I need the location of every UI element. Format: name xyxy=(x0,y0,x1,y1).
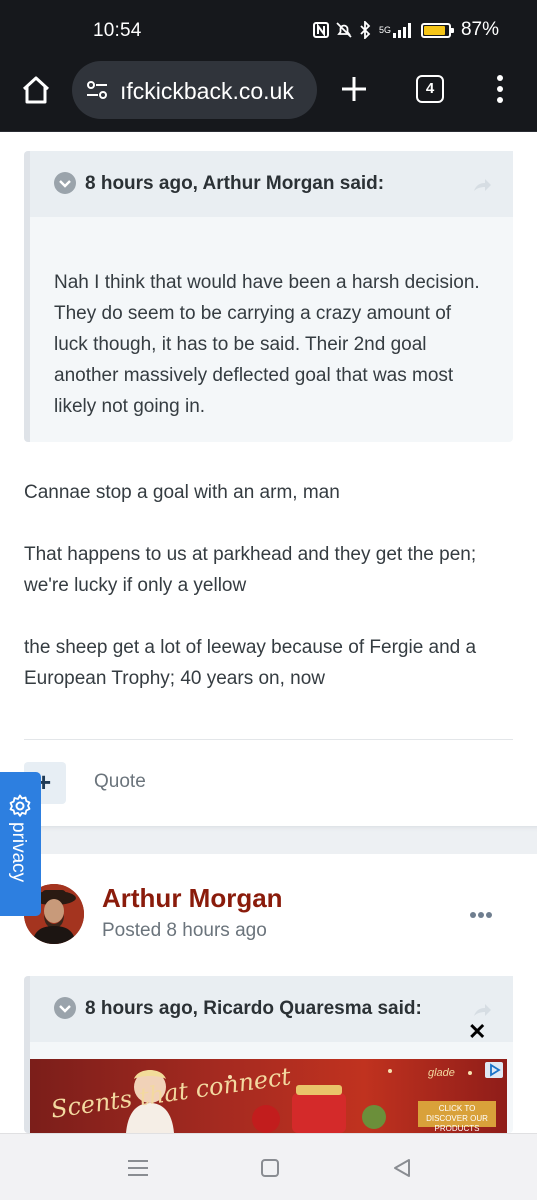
status-time: 10:54 xyxy=(93,20,142,41)
gear-icon xyxy=(9,794,31,817)
more-options-icon[interactable] xyxy=(470,905,496,918)
ad-brand: glade xyxy=(428,1067,455,1079)
quote-button[interactable]: Quote xyxy=(94,771,146,793)
recents-icon[interactable] xyxy=(126,1156,150,1180)
privacy-tab[interactable]: privacy xyxy=(0,772,41,916)
system-nav-bar xyxy=(0,1133,537,1200)
page-content: 8 hours ago, Arthur Morgan said: Nah I t… xyxy=(0,133,537,1133)
bluetooth-icon xyxy=(360,21,371,39)
quote-citation: 8 hours ago, Ricardo Quaresma said: xyxy=(85,998,422,1019)
privacy-label: privacy xyxy=(8,822,29,883)
quote-text: Nah I think that would have been a harsh… xyxy=(54,272,480,417)
home-icon[interactable] xyxy=(20,74,52,106)
chevron-down-icon[interactable] xyxy=(54,997,76,1019)
quote-citation: 8 hours ago, Arthur Morgan said: xyxy=(85,173,385,194)
battery-icon xyxy=(420,22,454,38)
site-settings-icon[interactable] xyxy=(86,79,108,101)
battery-percent: 87% xyxy=(460,19,499,40)
close-ad-icon[interactable]: ✕ xyxy=(468,1019,486,1045)
share-arrow-icon[interactable] xyxy=(471,998,493,1020)
back-icon[interactable] xyxy=(390,1156,414,1180)
post-paragraph: That happens to us at parkhead and they … xyxy=(24,544,477,596)
author-name[interactable]: Arthur Morgan xyxy=(102,883,283,914)
network-type: 5G xyxy=(378,25,391,35)
post-paragraph: Cannae stop a goal with an arm, man xyxy=(24,482,340,503)
quote-header[interactable]: 8 hours ago, Ricardo Quaresma said: xyxy=(30,976,513,1042)
posted-time: Posted 8 hours ago xyxy=(102,920,267,941)
status-icons: 5G 87% xyxy=(312,19,499,41)
chevron-down-icon[interactable] xyxy=(54,172,76,194)
adchoices-icon[interactable] xyxy=(485,1062,503,1078)
ad-cta-button[interactable]: CLICK TO DISCOVER OUR PRODUCTS xyxy=(418,1101,496,1133)
browser-toolbar: ıfckickback.co.uk 4 xyxy=(0,58,537,132)
nfc-icon xyxy=(312,22,329,38)
quote-block: 8 hours ago, Arthur Morgan said: Nah I t… xyxy=(24,151,513,442)
tabs-icon[interactable]: 4 xyxy=(416,75,444,103)
share-arrow-icon[interactable] xyxy=(471,173,493,195)
status-bar: 10:54 5G 87% xyxy=(0,0,537,58)
menu-icon[interactable] xyxy=(490,73,510,105)
ad-banner[interactable]: Scents that connect glade CLICK TO DISCO… xyxy=(30,1059,507,1133)
signal-icon xyxy=(392,23,411,38)
url-text[interactable]: ıfckickback.co.uk xyxy=(120,78,310,105)
home-nav-icon[interactable] xyxy=(258,1156,282,1180)
plus-icon[interactable] xyxy=(339,74,369,104)
address-bar[interactable]: ıfckickback.co.uk xyxy=(72,61,317,119)
divider xyxy=(24,739,513,740)
post-paragraph: the sheep get a lot of leeway because of… xyxy=(24,637,477,689)
post-separator xyxy=(0,826,537,854)
mute-icon xyxy=(336,22,352,38)
quote-header[interactable]: 8 hours ago, Arthur Morgan said: xyxy=(30,151,513,217)
